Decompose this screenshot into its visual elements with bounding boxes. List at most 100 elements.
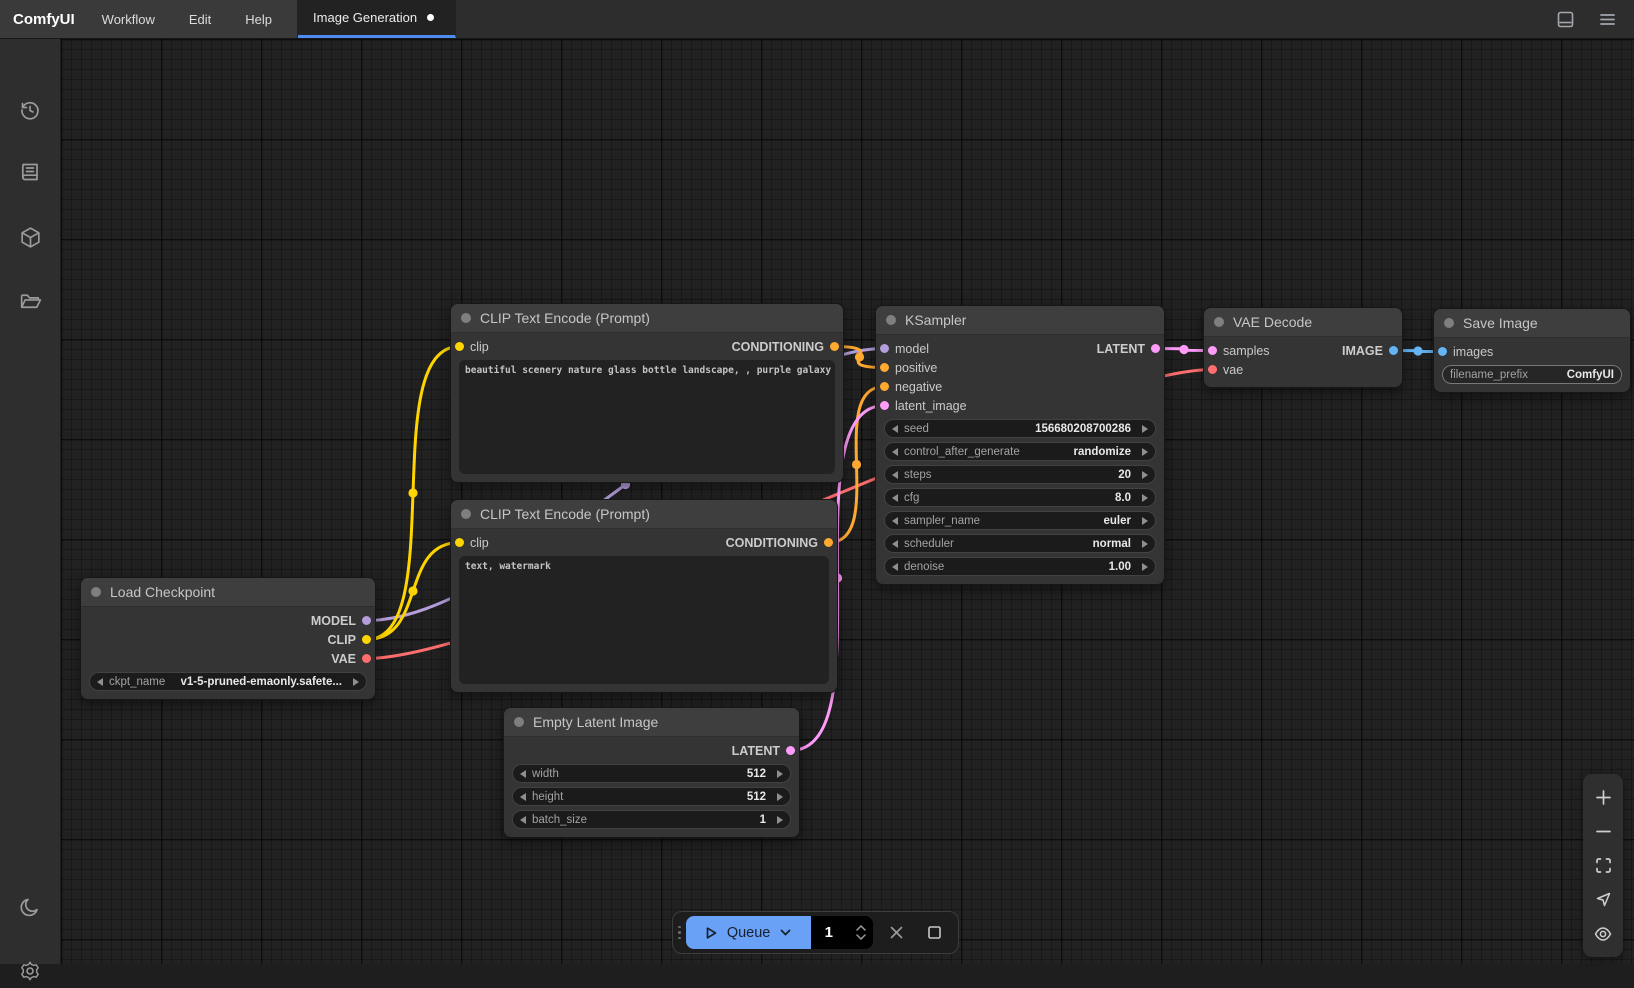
stop-icon[interactable] — [919, 918, 949, 948]
input-slot-positive[interactable]: positive — [880, 361, 937, 375]
menu-help[interactable]: Help — [232, 0, 285, 38]
widget-steps[interactable]: steps20 — [884, 465, 1156, 484]
output-slot-IMAGE[interactable]: IMAGE — [1342, 344, 1398, 358]
node-vae-decode[interactable]: VAE Decode samples IMAGE vae — [1203, 307, 1403, 388]
widget-control_after_generate[interactable]: control_after_generaterandomize — [884, 442, 1156, 461]
input-slot-negative[interactable]: negative — [880, 380, 942, 394]
decrement-arrow-icon[interactable] — [892, 540, 898, 548]
output-dot-LATENT[interactable] — [786, 746, 795, 755]
input-slot-images[interactable]: images — [1438, 345, 1493, 359]
increment-arrow-icon[interactable] — [777, 770, 783, 778]
input-dot-model[interactable] — [880, 344, 889, 353]
output-slot-LATENT[interactable]: LATENT — [1097, 342, 1160, 356]
decrement-arrow-icon[interactable] — [892, 471, 898, 479]
tab-image-generation[interactable]: Image Generation — [298, 0, 456, 38]
node-title-bar[interactable]: VAE Decode — [1204, 308, 1402, 337]
bottom-panel-icon[interactable] — [1552, 6, 1578, 32]
increment-arrow-icon[interactable] — [1142, 540, 1148, 548]
decrement-arrow-icon[interactable] — [892, 448, 898, 456]
fit-view-icon[interactable] — [1589, 851, 1617, 879]
model-library-icon[interactable] — [13, 220, 47, 254]
input-dot-samples[interactable] — [1208, 346, 1217, 355]
output-slot-MODEL[interactable]: MODEL — [311, 614, 371, 628]
node-clip-encode-positive[interactable]: CLIP Text Encode (Prompt)clipCONDITIONIN… — [450, 303, 844, 483]
widget-filename_prefix[interactable]: filename_prefixComfyUI — [1442, 365, 1622, 384]
widget-ckpt_name[interactable]: ckpt_namev1-5-pruned-emaonly.safete... — [89, 672, 367, 691]
output-dot-CONDITIONING[interactable] — [830, 342, 839, 351]
node-graph-canvas[interactable] — [61, 39, 1634, 964]
clear-icon[interactable] — [881, 918, 911, 948]
increment-arrow-icon[interactable] — [1142, 517, 1148, 525]
workflows-icon[interactable] — [13, 284, 47, 318]
increment-arrow-icon[interactable] — [353, 678, 359, 686]
node-ksampler[interactable]: KSampler model LATENT positive negative laten… — [875, 305, 1165, 585]
node-title-bar[interactable]: Save Image — [1434, 309, 1630, 338]
increment-arrow-icon[interactable] — [1142, 563, 1148, 571]
widget-width[interactable]: width512 — [512, 764, 791, 783]
decrement-arrow-icon[interactable] — [520, 770, 526, 778]
input-dot-images[interactable] — [1438, 347, 1447, 356]
increment-arrow-icon[interactable] — [1142, 494, 1148, 502]
prompt-textarea[interactable]: beautiful scenery nature glass bottle la… — [459, 360, 835, 474]
input-dot-vae[interactable] — [1208, 365, 1217, 374]
input-dot-clip[interactable] — [455, 538, 464, 547]
node-save-image[interactable]: Save Image images filename_prefixComfyUI — [1433, 308, 1631, 393]
widget-cfg[interactable]: cfg8.0 — [884, 488, 1156, 507]
widget-height[interactable]: height512 — [512, 787, 791, 806]
output-dot-CONDITIONING[interactable] — [824, 538, 833, 547]
node-library-icon[interactable] — [13, 155, 47, 189]
batch-count-input[interactable]: 1 — [811, 916, 874, 949]
widget-seed[interactable]: seed156680208700286 — [884, 419, 1156, 438]
input-slot-model[interactable]: model — [880, 342, 929, 356]
widget-denoise[interactable]: denoise1.00 — [884, 557, 1156, 576]
widget-batch_size[interactable]: batch_size1 — [512, 810, 791, 829]
output-dot-CLIP[interactable] — [362, 635, 371, 644]
node-title-bar[interactable]: Empty Latent Image — [504, 708, 799, 737]
hamburger-menu-icon[interactable] — [1594, 6, 1620, 32]
decrement-arrow-icon[interactable] — [520, 793, 526, 801]
increment-arrow-icon[interactable] — [777, 816, 783, 824]
zoom-in-icon[interactable] — [1589, 783, 1617, 811]
widget-scheduler[interactable]: schedulernormal — [884, 534, 1156, 553]
node-empty-latent-image[interactable]: Empty Latent Image LATENT width512 height51… — [503, 707, 800, 838]
queue-drag-handle-icon[interactable] — [678, 926, 681, 940]
decrement-arrow-icon[interactable] — [892, 425, 898, 433]
decrement-arrow-icon[interactable] — [892, 494, 898, 502]
input-dot-positive[interactable] — [880, 363, 889, 372]
output-slot-CONDITIONING[interactable]: CONDITIONING — [726, 536, 833, 550]
menu-edit[interactable]: Edit — [176, 0, 224, 38]
node-title-bar[interactable]: Load Checkpoint — [81, 578, 375, 607]
output-slot-CONDITIONING[interactable]: CONDITIONING — [732, 340, 839, 354]
increment-arrow-icon[interactable] — [777, 793, 783, 801]
settings-icon[interactable] — [13, 954, 47, 988]
spinner-up-icon[interactable] — [856, 925, 866, 931]
node-title-bar[interactable]: CLIP Text Encode (Prompt) — [451, 500, 837, 529]
input-dot-negative[interactable] — [880, 382, 889, 391]
increment-arrow-icon[interactable] — [1142, 425, 1148, 433]
input-slot-latent_image[interactable]: latent_image — [880, 399, 967, 413]
output-slot-LATENT[interactable]: LATENT — [732, 744, 795, 758]
decrement-arrow-icon[interactable] — [892, 517, 898, 525]
node-clip-encode-negative[interactable]: CLIP Text Encode (Prompt) clip CONDITIONIN… — [450, 499, 838, 693]
node-load-checkpoint[interactable]: Load Checkpoint MODEL CLIP VAE ckpt_namev1-5… — [80, 577, 376, 700]
output-slot-VAE[interactable]: VAE — [331, 652, 371, 666]
zoom-out-icon[interactable] — [1589, 817, 1617, 845]
pan-mode-icon[interactable] — [1589, 886, 1617, 914]
input-dot-latent_image[interactable] — [880, 401, 889, 410]
node-title-bar[interactable]: KSampler — [876, 306, 1164, 335]
output-dot-VAE[interactable] — [362, 654, 371, 663]
decrement-arrow-icon[interactable] — [97, 678, 103, 686]
input-slot-vae[interactable]: vae — [1208, 363, 1243, 377]
output-dot-IMAGE[interactable] — [1389, 346, 1398, 355]
output-dot-LATENT[interactable] — [1151, 344, 1160, 353]
theme-toggle-icon[interactable] — [13, 890, 47, 924]
queue-history-icon[interactable] — [13, 93, 47, 127]
menu-workflow[interactable]: Workflow — [89, 0, 168, 38]
output-slot-CLIP[interactable]: CLIP — [328, 633, 371, 647]
input-slot-clip[interactable]: clip — [455, 536, 489, 550]
queue-button[interactable]: Queue — [686, 916, 811, 949]
input-slot-samples[interactable]: samples — [1208, 344, 1270, 358]
widget-sampler_name[interactable]: sampler_nameeuler — [884, 511, 1156, 530]
input-dot-clip[interactable] — [455, 342, 464, 351]
toggle-links-icon[interactable] — [1589, 920, 1617, 948]
